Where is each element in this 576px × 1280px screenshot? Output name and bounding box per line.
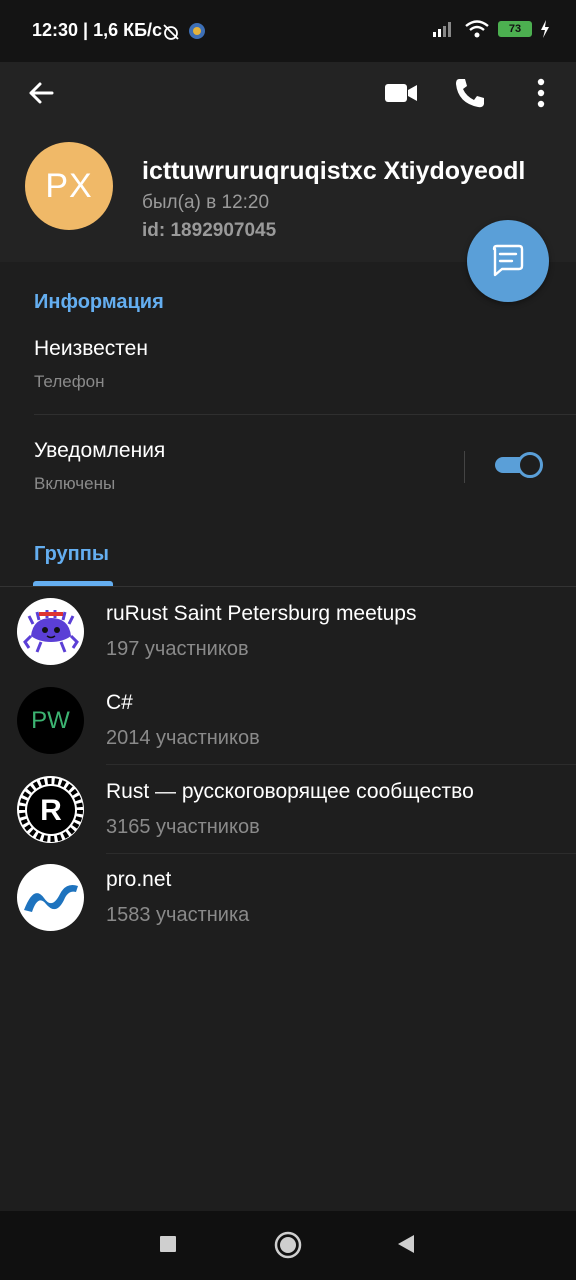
group-members: 197 участников bbox=[106, 638, 249, 660]
app-notification-icon bbox=[189, 23, 205, 39]
status-indicators: 73 bbox=[432, 19, 550, 39]
message-icon bbox=[492, 244, 524, 277]
nav-back-icon[interactable] bbox=[396, 1234, 416, 1254]
wifi-icon bbox=[465, 20, 489, 38]
status-bar: 12:30 | 1,6 КБ/с 73 bbox=[0, 0, 576, 62]
signal-icon bbox=[433, 22, 451, 37]
battery-indicator: 73 bbox=[498, 21, 532, 37]
status-time: 12:30 | 1,6 КБ/с bbox=[32, 20, 163, 40]
video-call-icon[interactable] bbox=[384, 76, 418, 110]
group-name: Rust — русскоговорящее сообщество bbox=[106, 780, 474, 803]
rust-logo-icon: R bbox=[17, 776, 84, 843]
home-icon[interactable] bbox=[273, 1230, 303, 1260]
group-name: pro.net bbox=[106, 868, 172, 891]
group-item-rust-ru[interactable]: R Rust — русскоговорящее сообщество 3165… bbox=[0, 766, 576, 854]
tab-divider bbox=[0, 586, 576, 587]
tab-groups[interactable]: Группы bbox=[34, 543, 109, 566]
last-seen-status: был(а) в 12:20 bbox=[142, 192, 270, 213]
vertical-separator bbox=[464, 451, 465, 483]
more-menu-icon[interactable] bbox=[524, 76, 558, 110]
phone-label: Телефон bbox=[34, 372, 105, 391]
ferris-crab-icon bbox=[17, 598, 84, 665]
info-section-title: Информация bbox=[34, 291, 164, 313]
send-message-button[interactable] bbox=[467, 220, 549, 302]
dotnet-logo-icon bbox=[17, 864, 84, 931]
alarm-off-icon bbox=[163, 24, 179, 40]
charging-icon bbox=[541, 20, 549, 38]
notifications-status: Включены bbox=[34, 474, 116, 493]
group-members: 3165 участников bbox=[106, 816, 260, 838]
svg-text:R: R bbox=[40, 794, 62, 827]
back-arrow-icon[interactable] bbox=[26, 78, 56, 108]
notifications-title: Уведомления bbox=[34, 439, 166, 462]
group-name: C# bbox=[106, 691, 133, 714]
toggle-knob bbox=[517, 452, 543, 478]
divider bbox=[34, 414, 576, 415]
group-item-pronet[interactable]: pro.net 1583 участника bbox=[0, 854, 576, 942]
group-item-rurust-spb[interactable]: ruRust Saint Petersburg meetups 197 учас… bbox=[0, 588, 576, 676]
group-item-csharp[interactable]: PW C# 2014 участников bbox=[0, 677, 576, 765]
notifications-toggle[interactable] bbox=[495, 452, 545, 478]
profile-name: icttuwruruqruqistxc Xtiydoyeodl bbox=[142, 157, 526, 185]
divider bbox=[106, 764, 576, 765]
phone-value: Неизвестен bbox=[34, 337, 148, 360]
group-members: 1583 участника bbox=[106, 904, 250, 926]
system-nav-bar bbox=[0, 1211, 576, 1280]
profile-avatar[interactable]: PX bbox=[25, 142, 113, 230]
group-name: ruRust Saint Petersburg meetups bbox=[106, 602, 417, 625]
phone-call-icon[interactable] bbox=[453, 76, 487, 110]
group-members: 2014 участников bbox=[106, 727, 260, 749]
pw-logo: PW bbox=[17, 687, 84, 754]
user-id: id: 1892907045 bbox=[142, 220, 277, 241]
recent-apps-icon[interactable] bbox=[159, 1235, 177, 1253]
